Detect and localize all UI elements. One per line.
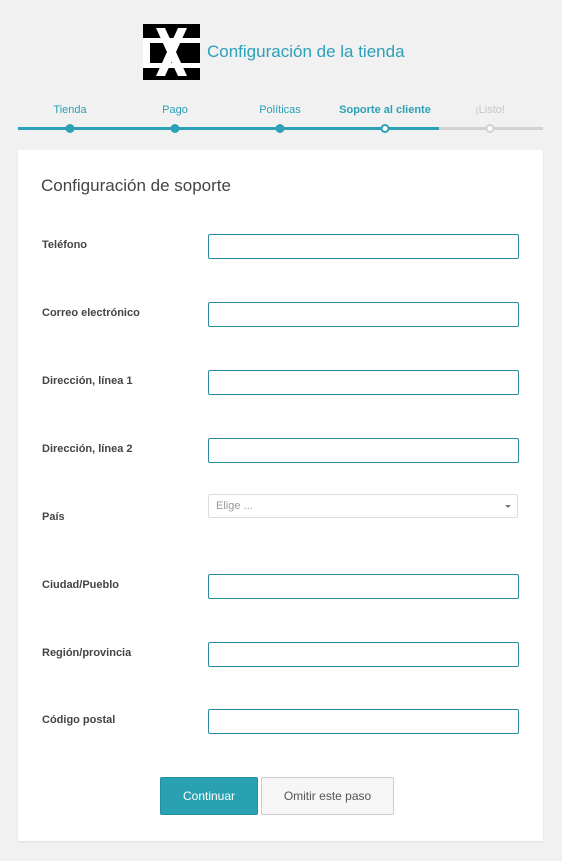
address-line-2-input[interactable] [208, 438, 519, 463]
country-label: País [42, 511, 65, 523]
step-listo-label: ¡Listo! [475, 104, 505, 116]
city-input[interactable] [208, 574, 519, 599]
step-pago-label[interactable]: Pago [162, 104, 188, 116]
step-soporte-label[interactable]: Soporte al cliente [339, 104, 431, 116]
region-input[interactable] [208, 642, 519, 667]
chevron-down-icon [505, 505, 511, 508]
address-line-2-label: Dirección, línea 2 [42, 443, 133, 455]
setup-steps: Tienda Pago Políticas Soporte al cliente… [0, 104, 562, 136]
step-listo-dot [485, 124, 495, 133]
country-select-value: Elige ... [216, 500, 253, 512]
step-tienda-label[interactable]: Tienda [53, 104, 86, 116]
form-title: Configuración de soporte [41, 176, 231, 195]
email-label: Correo electrónico [42, 307, 140, 319]
step-soporte-dot [380, 124, 390, 133]
header: Configuración de la tienda [0, 22, 562, 82]
step-politicas-dot [275, 124, 285, 133]
phone-input[interactable] [208, 234, 519, 259]
address-line-1-label: Dirección, línea 1 [42, 375, 133, 387]
postal-code-input[interactable] [208, 709, 519, 734]
phone-label: Teléfono [42, 239, 88, 251]
logo-icon [143, 24, 200, 80]
skip-step-button[interactable]: Omitir este paso [261, 777, 394, 815]
country-select[interactable]: Elige ... [208, 494, 518, 518]
postal-code-label: Código postal [42, 714, 116, 726]
support-setup-card: Configuración de soporte Teléfono Correo… [18, 150, 543, 841]
city-label: Ciudad/Pueblo [42, 579, 119, 591]
progress-track-done [18, 127, 439, 130]
step-tienda-dot [65, 124, 75, 133]
store-setup-title: Configuración de la tienda [207, 42, 405, 61]
address-line-1-input[interactable] [208, 370, 519, 395]
continue-button[interactable]: Continuar [160, 777, 258, 815]
region-label: Región/provincia [42, 647, 132, 659]
step-politicas-label[interactable]: Políticas [259, 104, 301, 116]
step-pago-dot [170, 124, 180, 133]
email-input[interactable] [208, 302, 519, 327]
